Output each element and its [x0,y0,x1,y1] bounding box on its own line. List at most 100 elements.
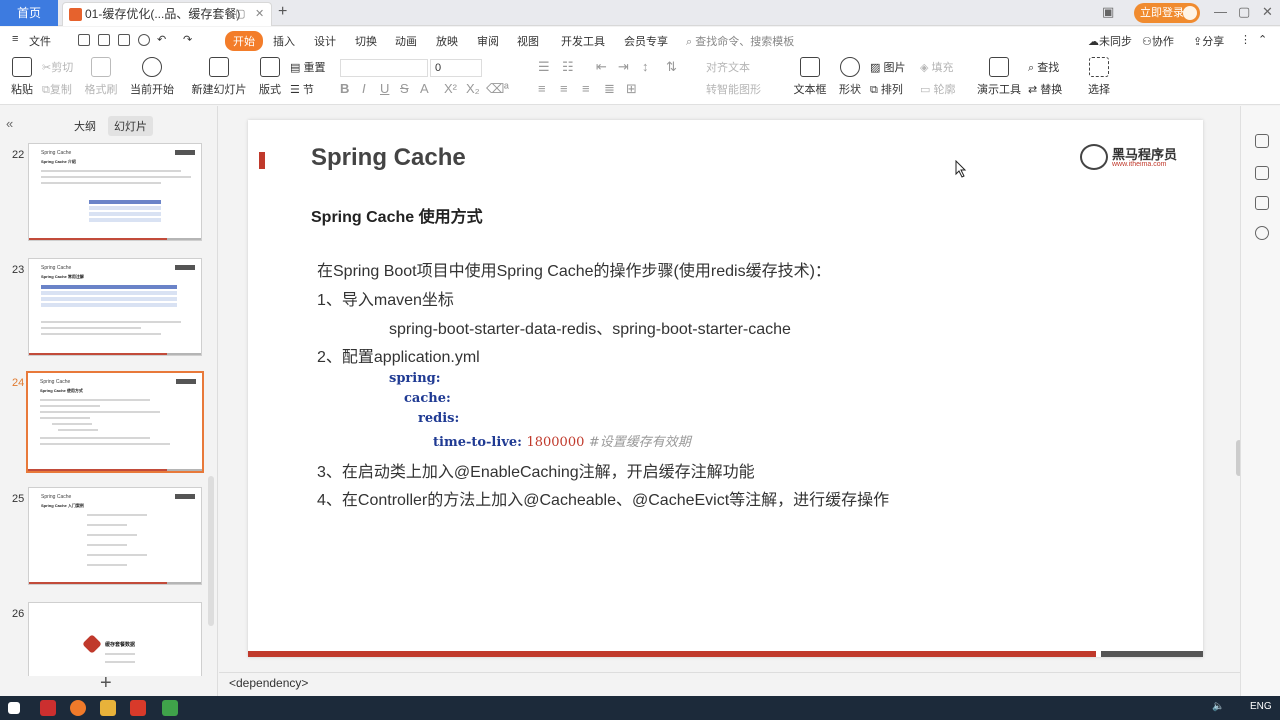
notes-pane[interactable]: <dependency> [219,672,1240,696]
outline-button[interactable]: ▭ 轮廓 [920,81,955,97]
justify-icon[interactable]: ≣ [604,81,615,97]
bullet-list-icon[interactable]: ☰ [538,59,550,75]
superscript-icon[interactable]: X² [444,81,457,96]
menu-file[interactable]: 文件 [29,33,51,49]
align-left-icon[interactable]: ≡ [538,81,546,96]
picture-button[interactable]: ▨ 图片 [870,59,905,75]
present-tools-button[interactable]: 演示工具 [976,57,1022,97]
subscript-icon[interactable]: X₂ [466,81,480,96]
menu-tab-animation[interactable]: 动画 [395,33,417,49]
collapse-ribbon-icon[interactable]: ⌃ [1258,33,1267,46]
slide-title[interactable]: Spring Cache [311,144,466,172]
menu-tab-slideshow[interactable]: 放映 [436,33,458,49]
menu-tab-developer[interactable]: 开发工具 [561,33,605,49]
format-painter-button[interactable]: 格式刷 [84,57,118,97]
layout-icon[interactable]: ▣ [1102,4,1114,20]
home-tab[interactable]: 首页 [0,0,58,26]
notes-text[interactable]: <dependency> [229,676,308,690]
maximize-icon[interactable]: ▢ [1238,4,1250,20]
slide-thumbnail-23[interactable]: Spring Cache Spring Cache 常用注解 [28,258,202,356]
select-button[interactable]: 选择 [1084,57,1114,97]
redo-icon[interactable]: ↷ [183,33,192,46]
restore-tab-icon[interactable]: ▢ [235,3,245,25]
taskbar-app-icon[interactable] [40,700,56,716]
numbered-list-icon[interactable]: ☷ [562,59,574,75]
align-center-icon[interactable]: ≡ [560,81,568,96]
align-text-button[interactable]: 对齐文本 [706,59,750,75]
collapse-panel-icon[interactable]: « [6,116,13,131]
current-slide[interactable]: Spring Cache 黑马程序员 www.itheima.com Sprin… [248,120,1203,657]
sort-icon[interactable]: ⇅ [666,59,677,75]
command-search[interactable]: ⌕ 查找命令、搜索模板 [686,33,794,49]
slide-thumbnail-26[interactable]: 缓存套餐数据 [28,602,202,676]
menu-tab-view[interactable]: 视图 [517,33,539,49]
close-window-icon[interactable]: ✕ [1262,4,1273,20]
export-icon[interactable] [138,34,150,46]
step-2[interactable]: 2、配置application.yml [317,343,480,367]
section-button[interactable]: ☰ 节 [290,81,314,97]
play-from-current-button[interactable]: 当前开始 [128,57,176,97]
text-box-button[interactable]: 文本框 [792,57,828,97]
decrease-indent-icon[interactable]: ⇤ [596,59,607,75]
character-spacing-icon[interactable]: ª [504,81,509,96]
align-right-icon[interactable]: ≡ [582,81,590,96]
paste-button[interactable]: 粘贴 [8,57,36,97]
wps-icon[interactable] [130,700,146,716]
shape-button[interactable]: 形状 [836,57,864,97]
layout-button[interactable]: 版式 [256,57,284,97]
step-1-detail[interactable]: spring-boot-starter-data-redis、spring-bo… [389,315,791,339]
new-slide-button[interactable]: 新建幻灯片 [190,57,248,97]
more-icon[interactable]: ⋮ [1240,33,1251,46]
font-size-field[interactable]: 0 [430,59,482,77]
taskbar-app-icon[interactable] [162,700,178,716]
bold-icon[interactable]: B [340,81,349,96]
slide-subtitle[interactable]: Spring Cache 使用方式 [311,203,483,227]
close-tab-icon[interactable]: ✕ [255,3,264,25]
undo-icon[interactable]: ↶ [157,33,166,46]
font-name-field[interactable] [340,59,428,77]
sync-status[interactable]: ☁未同步 [1088,33,1132,49]
slide-thumbnail-22[interactable]: Spring Cache Spring Cache 介绍 [28,143,202,241]
language-indicator[interactable]: ENG [1250,701,1272,712]
yaml-line-ttl[interactable]: time-to-live: 1800000 #设置缓存有效期 [433,431,691,450]
clear-format-icon[interactable]: ⌫ [486,81,504,97]
strikethrough-icon[interactable]: S [400,81,409,96]
minimize-icon[interactable]: — [1214,4,1227,19]
intro-text[interactable]: 在Spring Boot项目中使用Spring Cache的操作步骤(使用red… [317,257,831,281]
cut-button[interactable]: ✂剪切 [42,59,73,75]
line-spacing-icon[interactable]: ↕ [642,59,649,74]
copy-button[interactable]: ⧉复制 [42,81,72,97]
properties-icon[interactable] [1255,134,1269,148]
login-button[interactable]: 立即登录 [1134,3,1200,23]
slide-thumbnail-24[interactable]: Spring Cache Spring Cache 使用方式 [26,371,204,473]
windows-start-icon[interactable] [8,702,20,714]
help-icon[interactable] [1255,226,1269,240]
step-1[interactable]: 1、导入maven坐标 [317,286,454,310]
panel-scrollbar[interactable] [208,476,214,626]
step-3[interactable]: 3、在启动类上加入@EnableCaching注解，开启缓存注解功能 [317,458,755,482]
find-button[interactable]: ⌕ 查找 [1028,59,1059,75]
fill-button[interactable]: ◈ 填充 [920,59,954,75]
share-button[interactable]: ⇪分享 [1193,33,1224,49]
menu-tab-design[interactable]: 设计 [314,33,336,49]
menu-tab-insert[interactable]: 插入 [273,33,295,49]
collaborate-button[interactable]: ⚇协作 [1142,33,1174,49]
menu-tab-review[interactable]: 审阅 [477,33,499,49]
step-4[interactable]: 4、在Controller的方法上加入@Cacheable、@CacheEvic… [317,486,889,510]
yaml-line-redis[interactable]: redis: [418,411,459,426]
smart-art-button[interactable]: 转智能图形 [706,81,761,97]
menu-tab-member[interactable]: 会员专享 [624,33,668,49]
add-slide-button[interactable]: + [100,672,112,695]
menu-tab-home[interactable]: 开始 [225,31,263,51]
document-tab[interactable]: 01-缓存优化(...品、缓存套餐) ▢ ✕ [62,2,272,26]
arrange-button[interactable]: ⧉ 排列 [870,81,903,97]
font-color-icon[interactable]: A [420,81,429,96]
slide-switch-icon[interactable] [1255,196,1269,210]
slide-thumbnail-25[interactable]: Spring Cache Spring Cache 入门案例 [28,487,202,585]
underline-icon[interactable]: U [380,81,389,96]
hamburger-icon[interactable]: ≡ [12,33,18,45]
tab-slides[interactable]: 幻灯片 [108,116,153,136]
increase-indent-icon[interactable]: ⇥ [618,59,629,75]
italic-icon[interactable]: I [362,81,366,96]
replace-button[interactable]: ⇄ 替换 [1028,81,1062,97]
